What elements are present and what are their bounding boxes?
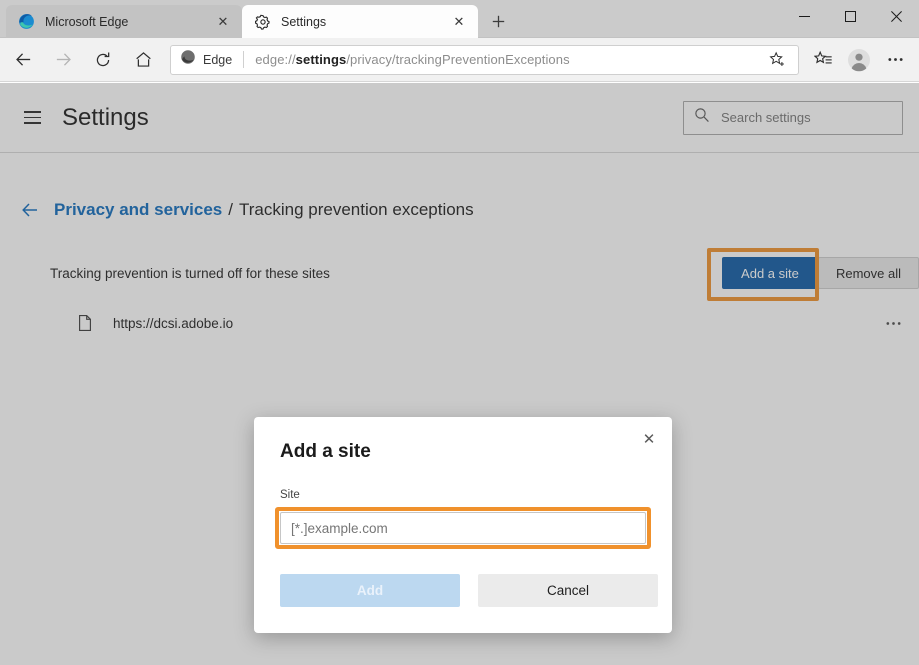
maximize-icon[interactable] xyxy=(827,0,873,32)
address-bar[interactable]: Edge edge://settings/privacy/trackingPre… xyxy=(170,45,799,75)
dialog-title: Add a site xyxy=(280,441,371,463)
refresh-icon[interactable] xyxy=(86,43,120,77)
title-bar: Microsoft Edge ✕ Settings ✕ xyxy=(0,0,919,38)
new-tab-button[interactable] xyxy=(483,6,513,36)
cancel-button[interactable]: Cancel xyxy=(478,574,658,607)
browser-toolbar: Edge edge://settings/privacy/trackingPre… xyxy=(0,38,919,82)
site-input-field[interactable]: [*.]example.com xyxy=(280,512,646,544)
edge-logo-icon xyxy=(180,49,196,70)
home-icon[interactable] xyxy=(126,43,160,77)
address-edge-badge: Edge xyxy=(180,49,232,70)
forward-arrow-icon xyxy=(46,43,80,77)
more-ellipsis-icon[interactable] xyxy=(879,44,911,76)
address-url-text: edge://settings/privacy/trackingPreventi… xyxy=(255,52,764,67)
back-arrow-icon[interactable] xyxy=(6,43,40,77)
close-icon[interactable]: ✕ xyxy=(635,425,663,453)
tab-label: Settings xyxy=(281,15,440,29)
gear-icon xyxy=(254,13,271,30)
edge-logo-icon xyxy=(18,13,35,30)
dialog-actions: Add Cancel xyxy=(280,574,658,607)
address-divider xyxy=(243,51,244,68)
site-input-placeholder: [*.]example.com xyxy=(291,521,388,536)
close-icon[interactable] xyxy=(873,0,919,32)
tab-label: Microsoft Edge xyxy=(45,15,204,29)
window-controls xyxy=(781,0,919,32)
tab-microsoft-edge[interactable]: Microsoft Edge ✕ xyxy=(6,5,242,38)
profile-avatar-icon[interactable] xyxy=(843,44,875,76)
add-button[interactable]: Add xyxy=(280,574,460,607)
address-edge-label: Edge xyxy=(203,53,232,67)
star-plus-icon[interactable] xyxy=(764,44,790,76)
tab-settings[interactable]: Settings ✕ xyxy=(242,5,478,38)
tab-close-icon[interactable]: ✕ xyxy=(212,11,234,33)
browser-window: Microsoft Edge ✕ Settings ✕ xyxy=(0,0,919,665)
favorites-list-icon[interactable] xyxy=(807,44,839,76)
site-field-label: Site xyxy=(280,489,300,501)
tab-close-icon[interactable]: ✕ xyxy=(448,11,470,33)
add-a-site-dialog: ✕ Add a site Site [*.]example.com Add Ca… xyxy=(254,417,672,633)
tab-strip: Microsoft Edge ✕ Settings ✕ xyxy=(6,3,513,38)
minimize-icon[interactable] xyxy=(781,0,827,32)
